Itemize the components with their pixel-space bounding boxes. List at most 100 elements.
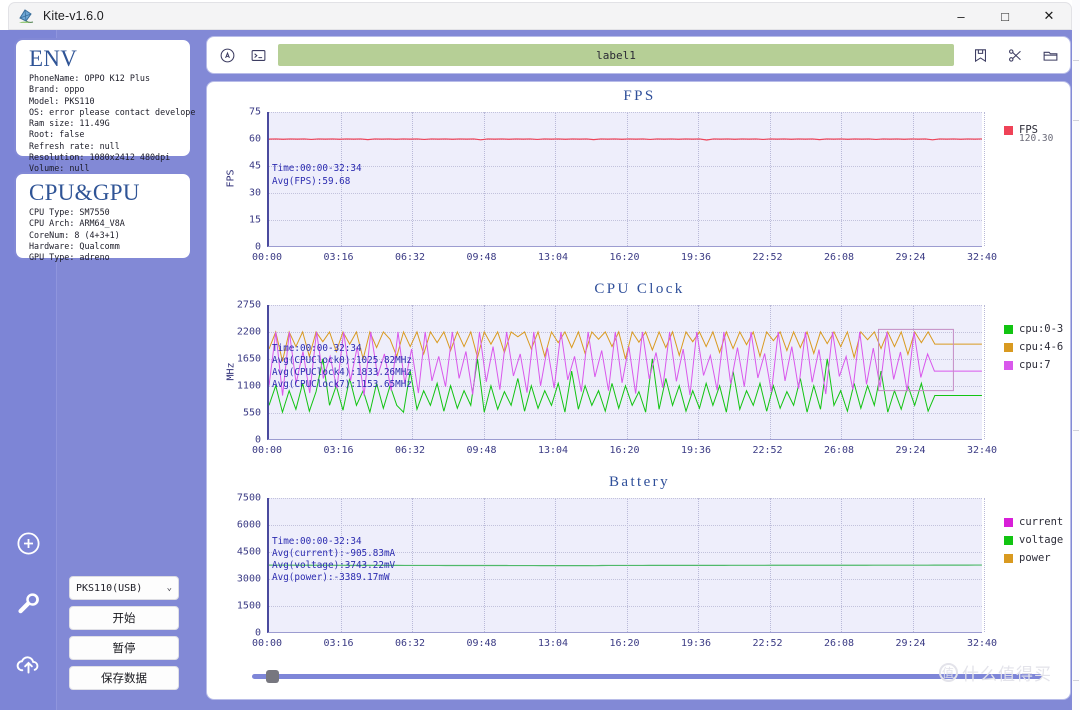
timeline-slider[interactable]	[252, 669, 1042, 683]
charts-panel: FPS 0 15 30 45 60 75 00:00 03:16 06:32 09:48 13:04 1…	[206, 81, 1071, 700]
chart-title: FPS	[623, 88, 656, 104]
maximize-button[interactable]: □	[983, 3, 1027, 29]
label-field-value: label1	[596, 48, 636, 62]
y-axis-tick: 0	[254, 434, 261, 446]
chart-legend: cpu:0-3 cpu:4-6 cpu:7	[1004, 323, 1063, 371]
env-line: Root: false	[29, 129, 85, 140]
wrench-icon[interactable]	[13, 588, 43, 618]
legend-swatch	[1004, 553, 1013, 563]
x-axis-tick: 29:24	[895, 445, 926, 456]
app-body: ENV PhoneName: OPPO K12 Plus Brand: oppo…	[0, 30, 1080, 710]
chart-block: CPU Clock 0 550 1100 1650 2200 2750 00:00 03:16 0…	[207, 281, 1070, 474]
y-axis-tick: 550	[242, 407, 261, 419]
annotation-line: Avg(FPS):59.68	[272, 175, 351, 187]
x-axis-tick: 00:00	[251, 445, 283, 456]
annotation-line: Time:00:00-32:34	[272, 535, 362, 547]
annotation-line: Avg(CPUClock0):1025.82MHz	[272, 355, 412, 366]
toolbar-right-icons	[969, 44, 1061, 66]
device-select[interactable]: PKS110(USB) ⌄	[69, 576, 179, 600]
chevron-down-icon: ⌄	[166, 583, 172, 593]
y-axis-tick: 3000	[236, 573, 261, 585]
legend-entry[interactable]: power	[1004, 552, 1063, 564]
window-title: Kite-v1.6.0	[43, 9, 104, 23]
legend-entry[interactable]: FPS 120.30	[1004, 124, 1053, 144]
chart-title: Battery	[609, 474, 670, 490]
legend-label: cpu:4-6	[1019, 341, 1064, 353]
chart-title: CPU Clock	[594, 281, 685, 297]
folder-open-icon[interactable]	[1039, 44, 1061, 66]
legend-label: voltage	[1019, 534, 1064, 546]
x-axis-tick: 29:24	[895, 638, 926, 649]
selection-box	[879, 329, 954, 390]
y-axis-tick: 6000	[236, 519, 261, 531]
plot-area[interactable]	[267, 112, 985, 247]
env-card-lines: PhoneName: OPPO K12 Plus Brand: oppo Mod…	[29, 73, 195, 175]
chart-annotation: Time:00:00-32:34 Avg(current):-905.83mA Av…	[272, 536, 395, 585]
x-axis-tick: 13:04	[537, 252, 569, 263]
series-layer	[269, 112, 982, 247]
cpu-gpu-info-card: CPU&GPU CPU Type: SM7550 CPU Arch: ARM64…	[14, 172, 192, 262]
app-window: Kite-v1.6.0 – □ ✕ ENV PhoneName: OPPO K1…	[0, 0, 1080, 710]
x-axis-tick: 26:08	[823, 638, 855, 649]
x-axis-tick: 32:40	[966, 252, 998, 263]
env-card-title: ENV	[29, 46, 78, 71]
x-axis-tick: 22:52	[752, 638, 783, 649]
plus-circle-icon[interactable]	[13, 528, 43, 558]
y-axis-tick: 60	[248, 133, 261, 145]
cloud-upload-icon[interactable]	[13, 648, 43, 678]
legend-swatch	[1004, 517, 1013, 527]
x-axis-tick: 16:20	[609, 638, 640, 649]
annotation-line: Avg(CPUClock7):1153.65MHz	[272, 379, 412, 391]
x-axis-tick: 03:16	[323, 252, 354, 263]
pause-button[interactable]: 暂停	[69, 636, 179, 660]
env-info-card: ENV PhoneName: OPPO K12 Plus Brand: oppo…	[14, 38, 195, 173]
x-axis-tick: 32:40	[966, 445, 998, 456]
scissors-icon[interactable]	[1004, 44, 1026, 66]
minimize-button[interactable]: –	[939, 3, 983, 29]
bookmark-icon[interactable]	[969, 44, 991, 66]
env-line: Resolution: 1080x2412 480dpi	[29, 152, 171, 163]
terminal-icon[interactable]	[247, 44, 269, 66]
legend-swatch	[1004, 360, 1013, 370]
legend-label: cpu:0-3	[1019, 323, 1064, 335]
label-field[interactable]: label1	[278, 44, 954, 66]
x-axis-tick: 00:00	[251, 638, 283, 649]
save-data-button[interactable]: 保存数据	[69, 666, 179, 690]
legend-entry[interactable]: cpu:4-6	[1004, 341, 1063, 353]
slider-track[interactable]	[252, 673, 1042, 679]
start-button[interactable]: 开始	[69, 606, 179, 630]
env-line: Ram size: 11.49G	[29, 118, 110, 129]
y-axis-tick: 0	[254, 241, 261, 253]
window-controls: – □ ✕	[939, 3, 1071, 29]
legend-entry[interactable]: cpu:7	[1004, 359, 1063, 371]
cpu-line: Hardware: Qualcomm	[29, 240, 120, 251]
env-line: Brand: oppo	[29, 84, 85, 95]
legend-entry[interactable]: cpu:0-3	[1004, 323, 1063, 335]
legend-entry[interactable]: current	[1004, 516, 1063, 528]
y-axis-tick: 7500	[236, 492, 261, 504]
legend-entry[interactable]: voltage	[1004, 534, 1063, 546]
x-axis-tick: 06:32	[394, 445, 426, 456]
legend-label: cpu:7	[1019, 359, 1051, 371]
cpu-line: CPU Arch: ARM64_V8A	[29, 218, 125, 229]
device-select-value: PKS110(USB)	[76, 582, 143, 594]
legend-swatch	[1004, 342, 1013, 352]
env-line: Refresh rate: null	[29, 140, 120, 151]
y-axis-tick: 4500	[236, 546, 261, 558]
annotation-line: Time:00:00-32:34	[272, 342, 362, 354]
y-axis-tick: 75	[248, 106, 261, 118]
y-axis-tick: 15	[248, 214, 261, 226]
window-edge	[1072, 0, 1080, 710]
x-axis-tick: 26:08	[823, 252, 855, 263]
legend-value: 120.30	[1019, 133, 1054, 144]
legend-swatch	[1004, 535, 1013, 545]
legend-swatch	[1004, 125, 1013, 135]
annotation-line: Avg(CPUClock4):1833.26MHz	[272, 367, 412, 379]
x-axis-tick: 03:16	[323, 445, 354, 456]
close-button[interactable]: ✕	[1027, 3, 1071, 29]
right-panel: label1 FPS 0 15 30 45 60 75 00:00 03:16 …	[200, 30, 1080, 710]
env-line: PhoneName: OPPO K12 Plus	[29, 73, 151, 83]
legend-label: current	[1019, 516, 1064, 528]
slider-handle[interactable]	[266, 669, 279, 683]
android-circle-icon[interactable]	[216, 44, 238, 66]
